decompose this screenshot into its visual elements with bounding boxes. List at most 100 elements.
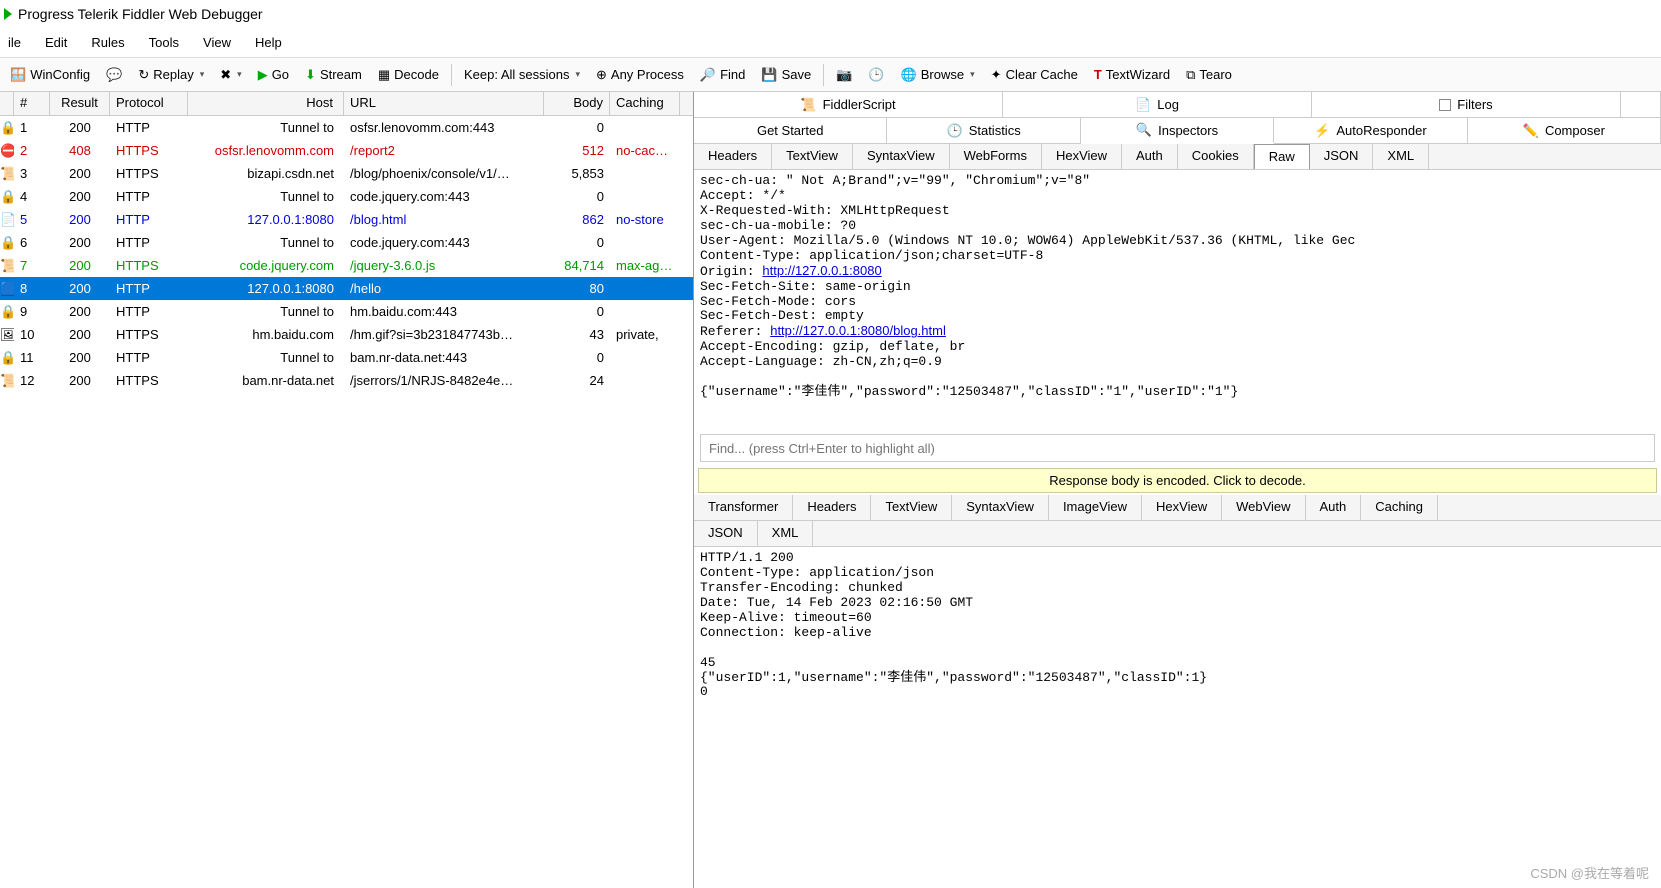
session-icon: 🟦 — [0, 281, 14, 297]
replay-icon: ↻ — [138, 67, 149, 83]
resp-tab-xml[interactable]: XML — [758, 521, 814, 546]
session-row[interactable]: 🔒6200HTTPTunnel tocode.jquery.com:4430 — [0, 231, 693, 254]
session-host: code.jquery.com — [188, 258, 344, 273]
winconfig-button[interactable]: 🪟WinConfig — [6, 65, 94, 85]
find-button[interactable]: 🔎Find — [696, 65, 749, 85]
session-row[interactable]: 🔒4200HTTPTunnel tocode.jquery.com:4430 — [0, 185, 693, 208]
session-result: 200 — [50, 304, 110, 319]
req-tab-cookies[interactable]: Cookies — [1178, 144, 1254, 169]
resp-tab-imageview[interactable]: ImageView — [1049, 495, 1142, 520]
top-tab-log[interactable]: 📄Log — [1003, 92, 1312, 117]
resp-tab-transformer[interactable]: Transformer — [694, 495, 793, 520]
req-tab-webforms[interactable]: WebForms — [950, 144, 1042, 169]
session-row[interactable]: ⛔2408HTTPSosfsr.lenovomm.com/report2512n… — [0, 139, 693, 162]
resp-tab-auth[interactable]: Auth — [1306, 495, 1362, 520]
screenshot-button[interactable]: 📷 — [832, 65, 856, 85]
session-host: bizapi.csdn.net — [188, 166, 344, 181]
menu-view[interactable]: View — [203, 35, 231, 50]
req-tab-textview[interactable]: TextView — [772, 144, 853, 169]
req-tab-json[interactable]: JSON — [1310, 144, 1374, 169]
session-url: /jquery-3.6.0.js — [344, 258, 544, 273]
menu-edit[interactable]: Edit — [45, 35, 67, 50]
replay-button[interactable]: ↻Replay — [134, 65, 208, 85]
main-tab-autoresponder[interactable]: ⚡AutoResponder — [1274, 118, 1467, 143]
tab-label: Composer — [1545, 123, 1605, 138]
resp-tab-json[interactable]: JSON — [694, 521, 758, 546]
menu-tools[interactable]: Tools — [149, 35, 179, 50]
session-url: hm.baidu.com:443 — [344, 304, 544, 319]
tab-label: FiddlerScript — [823, 97, 896, 112]
clearcache-button[interactable]: ✦Clear Cache — [987, 65, 1082, 85]
menu-help[interactable]: Help — [255, 35, 282, 50]
session-row[interactable]: 📜12200HTTPSbam.nr-data.net/jserrors/1/NR… — [0, 369, 693, 392]
session-row[interactable]: 🔒9200HTTPTunnel tohm.baidu.com:4430 — [0, 300, 693, 323]
col-caching[interactable]: Caching — [610, 92, 680, 115]
col-result[interactable]: Result — [50, 92, 110, 115]
session-body: 24 — [544, 373, 610, 388]
req-tab-hexview[interactable]: HexView — [1042, 144, 1122, 169]
session-id: 2 — [14, 143, 50, 158]
timer-button[interactable]: 🕒 — [864, 65, 888, 85]
session-result: 200 — [50, 350, 110, 365]
session-row[interactable]: 🔒11200HTTPTunnel tobam.nr-data.net:4430 — [0, 346, 693, 369]
camera-icon: 📷 — [836, 67, 852, 83]
go-button[interactable]: ▶Go — [254, 65, 293, 85]
col-icon[interactable] — [0, 92, 14, 115]
session-row[interactable]: 🟦8200HTTP127.0.0.1:8080/hello80 — [0, 277, 693, 300]
req-tab-headers[interactable]: Headers — [694, 144, 772, 169]
response-inspector-tabs: TransformerHeadersTextViewSyntaxViewImag… — [694, 495, 1661, 521]
resp-tab-textview[interactable]: TextView — [871, 495, 952, 520]
session-row[interactable]: 📄5200HTTP127.0.0.1:8080/blog.html862no-s… — [0, 208, 693, 231]
tearoff-button[interactable]: ⧉Tearo — [1182, 65, 1236, 85]
referer-link[interactable]: http://127.0.0.1:8080/blog.html — [770, 323, 946, 338]
save-icon: 💾 — [761, 67, 777, 83]
top-tab-fiddlerscript[interactable]: 📜FiddlerScript — [694, 92, 1003, 117]
decode-button[interactable]: ▦Decode — [374, 65, 443, 85]
resp-tab-hexview[interactable]: HexView — [1142, 495, 1222, 520]
menu-rules[interactable]: Rules — [91, 35, 124, 50]
textwizard-button[interactable]: TTextWizard — [1090, 65, 1174, 84]
session-row[interactable]: 🔒1200HTTPTunnel toosfsr.lenovomm.com:443… — [0, 116, 693, 139]
top-tab-filters[interactable]: Filters — [1312, 92, 1621, 117]
any-process-button[interactable]: ⊕Any Process — [592, 65, 688, 85]
request-raw-view[interactable]: sec-ch-ua: " Not A;Brand";v="99", "Chrom… — [694, 170, 1661, 430]
tab-icon: 🕒 — [947, 123, 963, 139]
main-tab-composer[interactable]: ✏️Composer — [1468, 118, 1661, 143]
req-tab-auth[interactable]: Auth — [1122, 144, 1178, 169]
browse-button[interactable]: 🌐Browse — [897, 65, 979, 85]
main-tabs: Get Started🕒Statistics🔍Inspectors⚡AutoRe… — [694, 118, 1661, 144]
req-tab-syntaxview[interactable]: SyntaxView — [853, 144, 950, 169]
resp-tab-headers[interactable]: Headers — [793, 495, 871, 520]
sessions-list[interactable]: 🔒1200HTTPTunnel toosfsr.lenovomm.com:443… — [0, 116, 693, 888]
col-body[interactable]: Body — [544, 92, 610, 115]
keep-sessions-dropdown[interactable]: Keep: All sessions — [460, 65, 584, 84]
main-tab-getstarted[interactable]: Get Started — [694, 118, 887, 143]
origin-link[interactable]: http://127.0.0.1:8080 — [762, 263, 881, 278]
remove-button[interactable]: ✖ — [216, 65, 245, 85]
resp-tab-caching[interactable]: Caching — [1361, 495, 1438, 520]
resp-tab-webview[interactable]: WebView — [1222, 495, 1305, 520]
col-protocol[interactable]: Protocol — [110, 92, 188, 115]
col-host[interactable]: Host — [188, 92, 344, 115]
menu-file[interactable]: ile — [8, 35, 21, 50]
comment-button[interactable]: 💬 — [102, 65, 126, 85]
find-input[interactable] — [700, 434, 1655, 462]
req-tab-raw[interactable]: Raw — [1254, 144, 1310, 169]
request-inspector-tabs: HeadersTextViewSyntaxViewWebFormsHexView… — [694, 144, 1661, 170]
col-id[interactable]: # — [14, 92, 50, 115]
stream-button[interactable]: ⬇Stream — [301, 65, 366, 85]
req-tab-xml[interactable]: XML — [1373, 144, 1429, 169]
session-row[interactable]: 📜7200HTTPScode.jquery.com/jquery-3.6.0.j… — [0, 254, 693, 277]
main-tab-inspectors[interactable]: 🔍Inspectors — [1081, 118, 1274, 144]
top-tab-overflow[interactable] — [1621, 92, 1661, 117]
session-row[interactable]: 🖼10200HTTPShm.baidu.com/hm.gif?si=3b2318… — [0, 323, 693, 346]
save-button[interactable]: 💾Save — [757, 65, 815, 85]
response-raw-view[interactable]: HTTP/1.1 200 Content-Type: application/j… — [694, 547, 1661, 888]
session-host: Tunnel to — [188, 235, 344, 250]
resp-tab-syntaxview[interactable]: SyntaxView — [952, 495, 1049, 520]
col-url[interactable]: URL — [344, 92, 544, 115]
decode-notice[interactable]: Response body is encoded. Click to decod… — [698, 468, 1657, 493]
session-row[interactable]: 📜3200HTTPSbizapi.csdn.net/blog/phoenix/c… — [0, 162, 693, 185]
session-host: hm.baidu.com — [188, 327, 344, 342]
main-tab-statistics[interactable]: 🕒Statistics — [887, 118, 1080, 143]
